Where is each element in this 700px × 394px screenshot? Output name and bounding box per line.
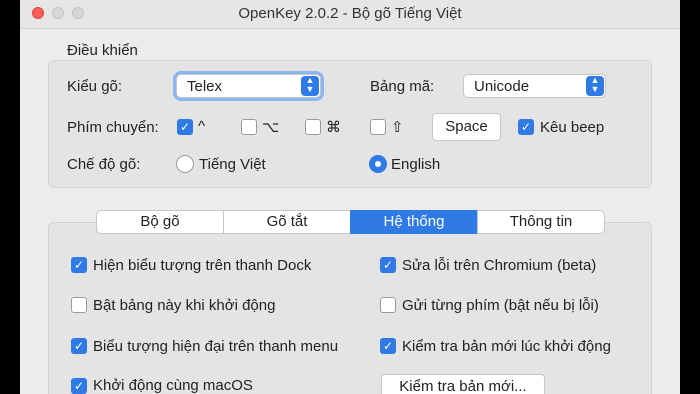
- show-on-startup-label: Bật bảng này khi khởi động: [93, 297, 276, 314]
- hotkey-key-field[interactable]: Space: [432, 113, 501, 141]
- hotkey-shift-checkbox[interactable]: [370, 119, 386, 135]
- modern-menu-icon-checkbox[interactable]: ✓: [71, 338, 87, 354]
- mode-english-radio[interactable]: [369, 155, 387, 173]
- dock-icon-label: Hiện biểu tượng trên thanh Dock: [93, 257, 312, 274]
- title-bar: OpenKey 2.0.2 - Bộ gõ Tiếng Việt: [20, 0, 680, 29]
- beep-label: Kêu beep: [540, 119, 605, 136]
- beep-checkbox[interactable]: ✓: [518, 119, 534, 135]
- tab-bar: Bộ gõ Gõ tắt Hệ thống Thông tin: [96, 210, 605, 234]
- send-each-key-checkbox[interactable]: [380, 297, 396, 313]
- check-update-button[interactable]: Kiểm tra bản mới...: [381, 374, 545, 394]
- chromium-fix-label: Sửa lỗi trên Chromium (beta): [402, 257, 597, 274]
- chevron-updown-icon: ▲ ▼: [586, 76, 604, 96]
- hotkey-option-checkbox[interactable]: [241, 119, 257, 135]
- mode-label: Chế độ gõ:: [67, 156, 141, 173]
- charset-value: Unicode: [474, 78, 530, 95]
- check-update-startup-label: Kiểm tra bản mới lúc khởi động: [402, 338, 611, 355]
- tab-shortcuts[interactable]: Gõ tắt: [223, 210, 351, 234]
- option-key-icon: ⌥: [262, 119, 280, 136]
- show-on-startup-checkbox[interactable]: [71, 297, 87, 313]
- openkey-window: OpenKey 2.0.2 - Bộ gõ Tiếng Việt Điều kh…: [20, 0, 680, 394]
- mode-vietnamese-label: Tiếng Việt: [199, 156, 266, 173]
- tab-system[interactable]: Hệ thống: [350, 210, 478, 234]
- hotkey-control-checkbox[interactable]: ✓: [177, 119, 193, 135]
- chromium-fix-checkbox[interactable]: ✓: [380, 257, 396, 273]
- window-title: OpenKey 2.0.2 - Bộ gõ Tiếng Việt: [238, 5, 462, 22]
- input-method-select[interactable]: Telex ▲ ▼: [176, 74, 321, 98]
- tab-info[interactable]: Thông tin: [477, 210, 605, 234]
- modern-menu-icon-label: Biểu tượng hiện đại trên thanh menu: [93, 338, 339, 355]
- check-update-startup-checkbox[interactable]: ✓: [380, 338, 396, 354]
- launch-at-login-checkbox[interactable]: ✓: [71, 378, 87, 394]
- charset-label: Bảng mã:: [370, 78, 435, 95]
- chevron-updown-icon: ▲ ▼: [301, 76, 319, 96]
- control-key-icon: ^: [198, 118, 206, 135]
- command-key-icon: ⌘: [326, 119, 341, 136]
- hotkey-command-checkbox[interactable]: [305, 119, 321, 135]
- input-method-value: Telex: [187, 78, 223, 95]
- send-each-key-label: Gửi từng phím (bật nếu bị lỗi): [402, 297, 599, 314]
- input-method-label: Kiểu gõ:: [67, 78, 123, 95]
- mode-vietnamese-radio[interactable]: [176, 155, 194, 173]
- dock-icon-checkbox[interactable]: ✓: [71, 257, 87, 273]
- tab-input[interactable]: Bộ gõ: [96, 210, 224, 234]
- launch-at-login-label: Khởi động cùng macOS: [93, 377, 253, 394]
- hotkey-label: Phím chuyển:: [67, 119, 159, 136]
- charset-select[interactable]: Unicode ▲ ▼: [463, 74, 606, 98]
- mode-english-label: English: [391, 156, 441, 173]
- shift-key-icon: ⇧: [391, 119, 404, 136]
- controls-section-label: Điều khiển: [67, 42, 138, 59]
